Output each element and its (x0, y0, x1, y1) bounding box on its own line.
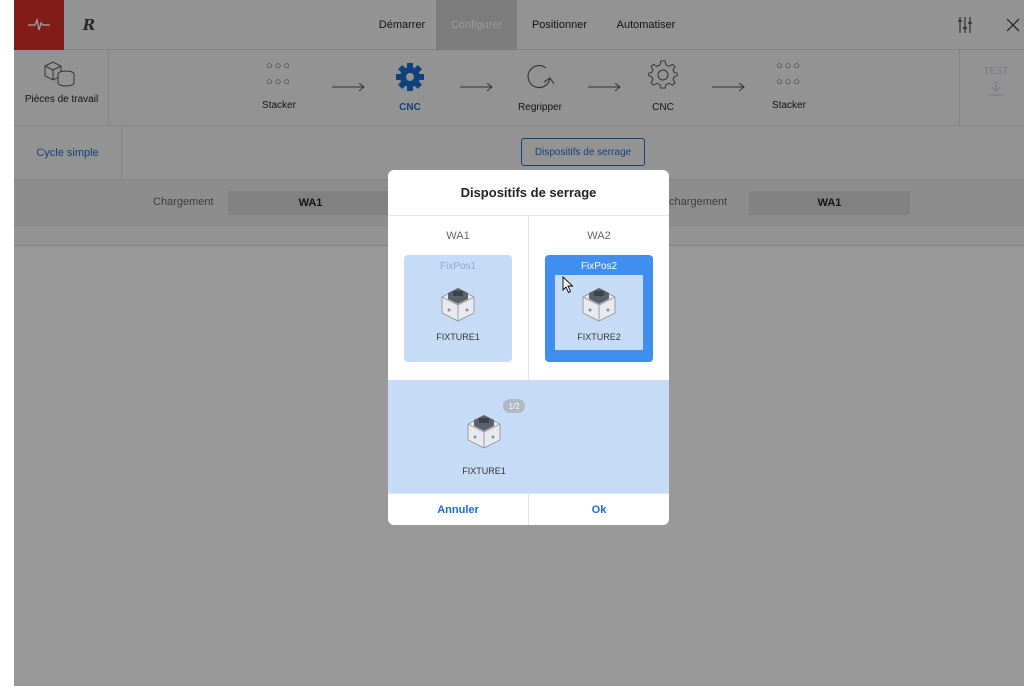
column-head-wa1: WA1 (446, 230, 470, 242)
fixture-label: FIXTURE1 (462, 466, 506, 476)
dialog-title: Dispositifs de serrage (388, 170, 669, 216)
cancel-button[interactable]: Annuler (388, 494, 528, 525)
column-head-wa2: WA2 (587, 230, 611, 242)
fixtures-dialog: Dispositifs de serrage WA1 WA2 FixPos1 F… (388, 170, 669, 525)
pointer-cursor-icon (562, 276, 574, 294)
fixture-image (441, 288, 475, 322)
fixpos-name: FixPos2 (580, 261, 618, 272)
ok-button[interactable]: Ok (529, 494, 669, 525)
dialog-footer: Annuler Ok (388, 493, 669, 525)
fixture-label: FIXTURE2 (577, 332, 621, 342)
fixture-image (582, 288, 616, 322)
fixpos-name: FixPos1 (439, 261, 477, 272)
fixpos2-card[interactable]: FixPos2 FIXTURE2 (545, 255, 653, 362)
fixture-image[interactable] (462, 410, 506, 450)
app-root: R Démarrer Configurer Positionner Automa… (0, 0, 1024, 686)
fixpos1-card[interactable]: FixPos1 FIXTURE1 (404, 255, 512, 362)
count-badge: 1/2 (503, 399, 525, 413)
fixture-label: FIXTURE1 (436, 332, 480, 342)
fixture-pool: 1/2 FIXTURE1 (388, 380, 669, 493)
